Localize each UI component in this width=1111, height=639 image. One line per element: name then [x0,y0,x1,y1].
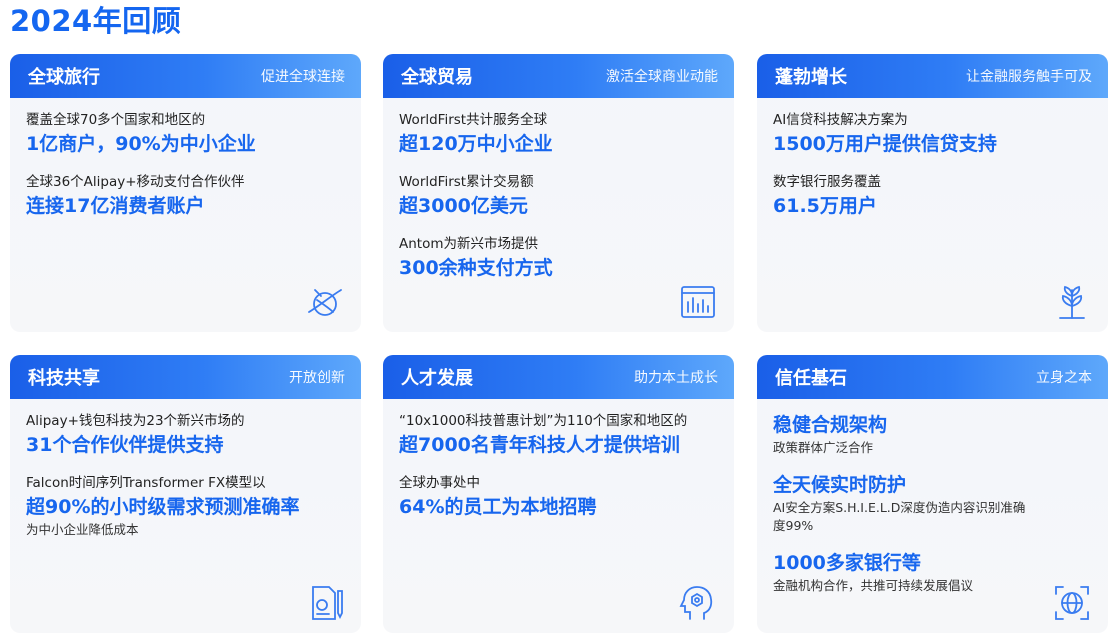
card-title: 蓬勃增长 [775,67,847,88]
stat-item: 全天候实时防护 AI安全方案S.H.I.E.L.D深度伪造内容识别准确度99% [773,471,1094,535]
card-tech-sharing: 科技共享 开放创新 Alipay+钱包科技为23个新兴市场的 31个合作伙伴提供… [10,355,361,633]
stat-item: Falcon时间序列Transformer FX模型以 超90%的小时级需求预测… [26,473,347,539]
card-header: 蓬勃增长 让金融服务触手可及 [757,54,1108,98]
stat-item: 全球36个Alipay+移动支付合作伙伴 连接17亿消费者账户 [26,172,347,220]
stat-value: 超120万中小企业 [399,133,553,155]
stat-note: 政策群体广泛合作 [773,440,874,455]
stat-item: 数字银行服务覆盖 61.5万用户 [773,172,1094,220]
stat-value: 稳健合规架构 [773,414,888,436]
card-body: 稳健合规架构 政策群体广泛合作 全天候实时防护 AI安全方案S.H.I.E.L.… [757,399,1108,595]
card-body: AI信贷科技解决方案为 1500万用户提供信贷支持 数字银行服务覆盖 61.5万… [757,98,1108,220]
card-tagline: 助力本土成长 [634,370,718,386]
stat-value: 1000多家银行等 [773,552,921,574]
stat-label: “10x1000科技普惠计划”为110个国家和地区的 [399,413,688,429]
card-tagline: 激活全球商业动能 [606,69,718,85]
card-body: WorldFirst共计服务全球 超120万中小企业 WorldFirst累计交… [383,98,734,282]
stat-label: Falcon时间序列Transformer FX模型以 [26,475,266,491]
stat-item: WorldFirst累计交易额 超3000亿美元 [399,172,720,220]
stat-value: 全天候实时防护 [773,474,907,496]
stat-label: 全球36个Alipay+移动支付合作伙伴 [26,174,245,190]
card-header: 全球旅行 促进全球连接 [10,54,361,98]
stat-item: 稳健合规架构 政策群体广泛合作 [773,411,1094,457]
card-title: 信任基石 [775,368,847,389]
card-tagline: 让金融服务触手可及 [966,69,1092,85]
stat-item: AI信贷科技解决方案为 1500万用户提供信贷支持 [773,110,1094,158]
globe-scan-icon [1052,583,1092,623]
stat-value: 300余种支付方式 [399,257,553,279]
card-global-travel: 全球旅行 促进全球连接 覆盖全球70多个国家和地区的 1亿商户，90%为中小企业… [10,54,361,332]
stat-note: 为中小企业降低成本 [26,522,139,537]
stat-value: 1500万用户提供信贷支持 [773,133,997,155]
card-talent-development: 人才发展 助力本土成长 “10x1000科技普惠计划”为110个国家和地区的 超… [383,355,734,633]
stat-note: AI安全方案S.H.I.E.L.D深度伪造内容识别准确度99% [773,500,1026,533]
card-body: “10x1000科技普惠计划”为110个国家和地区的 超7000名青年科技人才提… [383,399,734,521]
card-header: 人才发展 助力本土成长 [383,355,734,399]
stat-value: 61.5万用户 [773,195,877,217]
card-body: 覆盖全球70多个国家和地区的 1亿商户，90%为中小企业 全球36个Alipay… [10,98,361,220]
card-header: 科技共享 开放创新 [10,355,361,399]
card-body: Alipay+钱包科技为23个新兴市场的 31个合作伙伴提供支持 Falcon时… [10,399,361,539]
stat-label: AI信贷科技解决方案为 [773,112,908,128]
stat-value: 超7000名青年科技人才提供培训 [399,434,680,456]
stat-label: 全球办事处中 [399,475,480,491]
stat-label: Alipay+钱包科技为23个新兴市场的 [26,413,245,429]
stat-item: WorldFirst共计服务全球 超120万中小企业 [399,110,720,158]
stat-label: Antom为新兴市场提供 [399,236,538,252]
stat-item: “10x1000科技普惠计划”为110个国家和地区的 超7000名青年科技人才提… [399,411,720,459]
card-trust-foundation: 信任基石 立身之本 稳健合规架构 政策群体广泛合作 全天候实时防护 AI安全方案… [757,355,1108,633]
planet-icon [305,282,345,322]
card-thriving-growth: 蓬勃增长 让金融服务触手可及 AI信贷科技解决方案为 1500万用户提供信贷支持… [757,54,1108,332]
stat-label: 数字银行服务覆盖 [773,174,881,190]
card-title: 全球贸易 [401,67,473,88]
card-title: 人才发展 [401,368,473,389]
card-global-trade: 全球贸易 激活全球商业动能 WorldFirst共计服务全球 超120万中小企业… [383,54,734,332]
document-pen-icon [305,583,345,623]
stat-item: 全球办事处中 64%的员工为本地招聘 [399,473,720,521]
stat-value: 31个合作伙伴提供支持 [26,434,224,456]
sprout-icon [1052,282,1092,322]
stat-label: WorldFirst累计交易额 [399,174,534,190]
stat-label: WorldFirst共计服务全球 [399,112,548,128]
stat-value: 1亿商户，90%为中小企业 [26,133,256,155]
card-header: 全球贸易 激活全球商业动能 [383,54,734,98]
stat-value: 连接17亿消费者账户 [26,195,205,217]
stat-value: 64%的员工为本地招聘 [399,496,597,518]
card-title: 全球旅行 [28,67,100,88]
stat-item: Alipay+钱包科技为23个新兴市场的 31个合作伙伴提供支持 [26,411,347,459]
card-header: 信任基石 立身之本 [757,355,1108,399]
stat-item: Antom为新兴市场提供 300余种支付方式 [399,234,720,282]
card-tagline: 立身之本 [1036,370,1092,386]
card-title: 科技共享 [28,368,100,389]
card-tagline: 开放创新 [289,370,345,386]
bar-chart-icon [678,282,718,322]
stat-item: 1000多家银行等 金融机构合作，共推可持续发展倡议 [773,549,1094,595]
stat-label: 覆盖全球70多个国家和地区的 [26,112,206,128]
stat-note: 金融机构合作，共推可持续发展倡议 [773,578,974,593]
stat-value: 超90%的小时级需求预测准确率 [26,496,300,518]
stat-item: 覆盖全球70多个国家和地区的 1亿商户，90%为中小企业 [26,110,347,158]
card-tagline: 促进全球连接 [261,69,345,85]
brain-head-icon [678,583,718,623]
stat-value: 超3000亿美元 [399,195,528,217]
page-title: 2024年回顾 [10,4,182,38]
